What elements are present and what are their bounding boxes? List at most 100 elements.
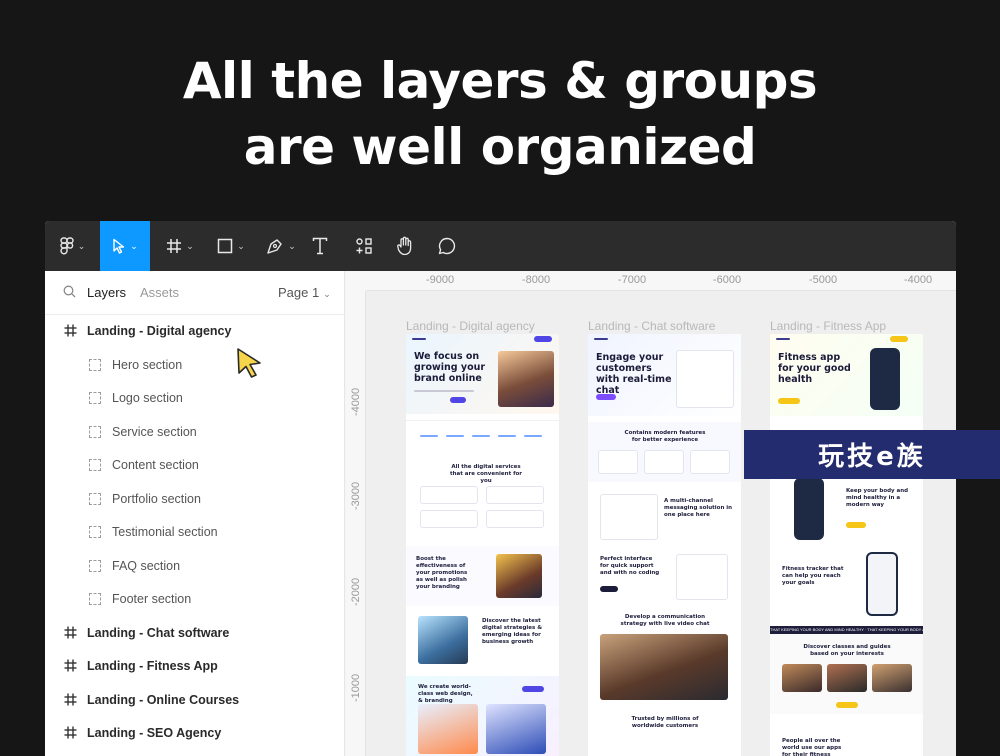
layer-label: Footer section [112, 591, 192, 606]
layer-frame-fitness-app[interactable]: Landing - Fitness App [45, 649, 345, 682]
chat-mockup [676, 350, 734, 408]
nav-logo [776, 338, 790, 340]
ruler-tick: -6000 [712, 274, 742, 286]
layer-frame-chat-software[interactable]: Landing - Chat software [45, 616, 345, 649]
layer-frame-seo-agency[interactable]: Landing - SEO Agency [45, 716, 345, 749]
features-heading: Contains modern features for better expe… [624, 430, 706, 443]
layer-label: Portfolio section [112, 491, 201, 506]
headline-line-2: are well organized [243, 118, 757, 176]
tab-assets[interactable]: Assets [140, 285, 179, 300]
section-dashed-icon [89, 458, 101, 471]
components-tool-button[interactable] [352, 221, 376, 271]
nav-cta [534, 336, 552, 342]
service-card [486, 486, 544, 504]
section-dashed-icon [89, 592, 101, 605]
ruler-tick: -7000 [617, 274, 647, 286]
layer-section-logo[interactable]: Logo section [45, 381, 345, 414]
frame-title[interactable]: Landing - Fitness App [770, 319, 886, 333]
layer-section-service[interactable]: Service section [45, 415, 345, 448]
tab-layers[interactable]: Layers [87, 285, 126, 300]
frame-hash-icon [166, 238, 182, 254]
hero-button [450, 397, 466, 403]
frame-tool-button[interactable]: ⌄ [158, 221, 202, 271]
layers-panel-header: Layers Assets Page 1 ⌄ [45, 271, 345, 315]
content-heading: Discover the latest digital strategies &… [482, 618, 543, 645]
layer-section-portfolio[interactable]: Portfolio section [45, 482, 345, 515]
tracker-heading: Fitness tracker that can help you reach … [782, 566, 844, 586]
comment-tool-button[interactable] [435, 221, 459, 271]
chevron-down-icon: ⌄ [323, 289, 331, 299]
phone-mockup [794, 478, 824, 540]
move-tool-button[interactable]: ⌄ [100, 221, 150, 271]
chevron-down-icon: ⌄ [186, 240, 194, 251]
pen-icon [266, 237, 284, 255]
frame-fitness-app[interactable]: Fitness app for your good health Keep yo… [770, 334, 923, 756]
class-image [872, 664, 912, 692]
support-section: Perfect interface for quick support and … [588, 550, 741, 606]
service-card [486, 510, 544, 528]
frame-title[interactable]: Landing - Chat software [588, 319, 715, 333]
canvas[interactable]: -9000 -8000 -7000 -6000 -5000 -4000 -400… [346, 271, 956, 756]
layer-section-faq[interactable]: FAQ section [45, 549, 345, 582]
mouse-cursor-icon [236, 347, 266, 384]
layer-section-hero[interactable]: Hero section [45, 348, 345, 381]
chevron-down-icon: ⌄ [237, 240, 245, 251]
people-section: People all over the world use our apps f… [770, 718, 923, 756]
logo-item [524, 435, 542, 437]
frame-chat-software[interactable]: Engage your customers with real-time cha… [588, 334, 741, 756]
figma-window: ⌄ ⌄ ⌄ ⌄ ⌄ Layers Assets Page 1 ⌄ Landing… [45, 221, 956, 756]
ruler-tick: -9000 [425, 274, 455, 286]
frame-title[interactable]: Landing - Digital agency [406, 319, 535, 333]
people-heading: People all over the world use our apps f… [782, 738, 842, 756]
feature-card [690, 450, 730, 474]
layer-label: Logo section [112, 390, 183, 405]
layer-frame-digital-agency[interactable]: Landing - Digital agency [45, 314, 345, 347]
logo-item [420, 435, 438, 437]
layer-section-testimonial[interactable]: Testimonial section [45, 515, 345, 548]
marquee-banner: THAT KEEPING YOUR BODY AND MIND HEALTHY … [770, 626, 923, 634]
service-section: All the digital services that are conven… [406, 458, 559, 538]
text-t-icon [312, 237, 328, 255]
rectangle-icon [217, 238, 233, 254]
figma-menu-button[interactable]: ⌄ [45, 221, 100, 271]
text-tool-button[interactable] [308, 221, 332, 271]
layer-label: FAQ section [112, 558, 181, 573]
hero-section: Engage your customers with real-time cha… [588, 334, 741, 416]
layer-frame-online-courses[interactable]: Landing - Online Courses [45, 683, 345, 716]
chevron-down-icon: ⌄ [288, 240, 296, 251]
layer-label: Landing - Digital agency [87, 323, 232, 338]
hero-section: Fitness app for your good health [770, 334, 923, 416]
hero-image [498, 351, 554, 407]
service-card [420, 486, 478, 504]
hero-button [778, 398, 800, 404]
cursor-arrow-icon [112, 238, 126, 254]
tracker-section: Fitness tracker that can help you reach … [770, 548, 923, 622]
shape-tool-button[interactable]: ⌄ [209, 221, 253, 271]
frame-hash-icon [63, 324, 77, 338]
frame-digital-agency[interactable]: We focus on growing your brand online Al… [406, 334, 559, 756]
portfolio-heading: We create world-class web design, & bran… [418, 684, 473, 704]
page-selector[interactable]: Page 1 ⌄ [278, 285, 331, 300]
pen-tool-button[interactable]: ⌄ [259, 221, 303, 271]
body-button [846, 522, 866, 528]
service-card [420, 510, 478, 528]
nav-logo [594, 338, 608, 340]
components-icon [355, 237, 373, 255]
section-dashed-icon [89, 525, 101, 538]
features-section: Contains modern features for better expe… [588, 422, 741, 482]
search-icon[interactable] [63, 285, 76, 303]
section-dashed-icon [89, 358, 101, 371]
content-section-1: Boost the effectiveness of your promotio… [406, 546, 559, 606]
hand-tool-button[interactable] [393, 221, 417, 271]
content-image [418, 616, 468, 664]
support-mockup [676, 554, 728, 600]
page-selector-label: Page 1 [278, 285, 320, 300]
layer-label: Landing - Chat software [87, 625, 230, 640]
hero-heading: Engage your customers with real-time cha… [596, 352, 672, 396]
layer-section-content[interactable]: Content section [45, 448, 345, 481]
phone-mockup [870, 348, 900, 410]
layer-section-footer[interactable]: Footer section [45, 582, 345, 615]
chevron-down-icon: ⌄ [130, 240, 138, 251]
layer-label: Service section [112, 424, 197, 439]
classes-section: Discover classes and guides based on you… [770, 634, 923, 714]
